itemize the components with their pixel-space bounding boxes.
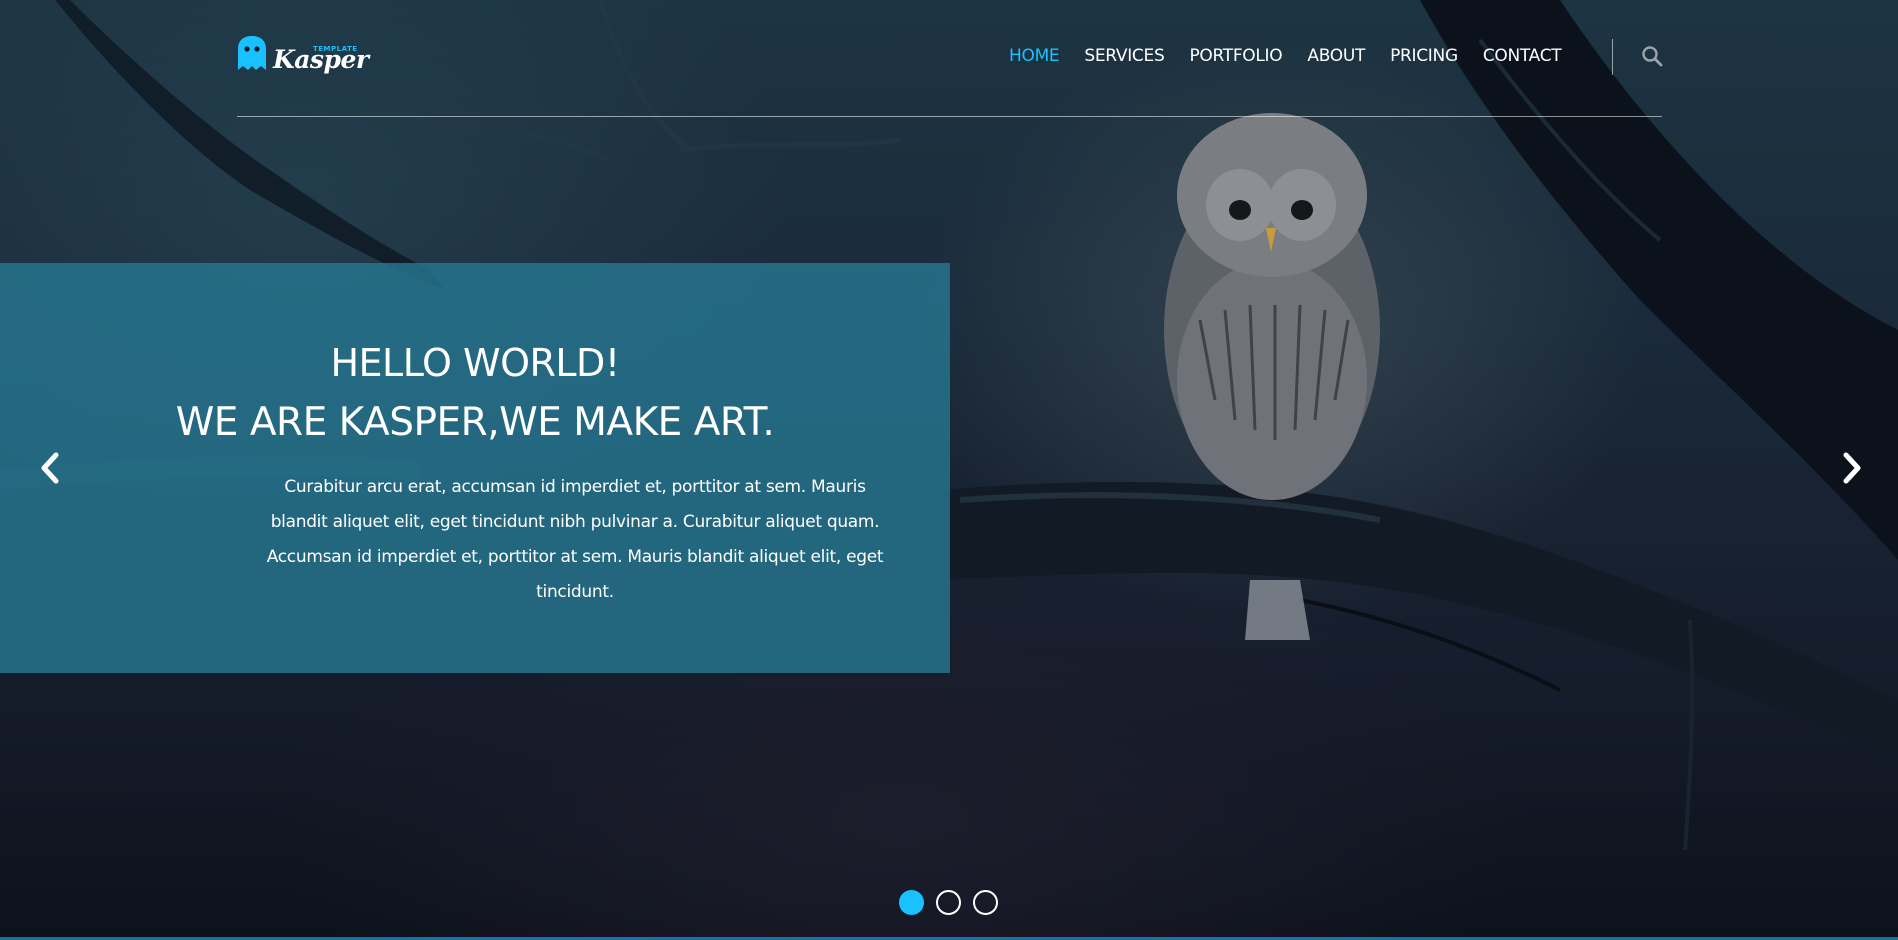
slide-title: HELLO WORLD! WE ARE KASPER,WE MAKE ART. (0, 333, 950, 453)
slide-description: Curabitur arcu erat, accumsan id imperdi… (266, 477, 884, 602)
nav-item-about[interactable]: ABOUT (1307, 46, 1365, 66)
nav-item-services[interactable]: SERVICES (1084, 46, 1164, 66)
search-button[interactable] (1641, 45, 1663, 67)
chevron-left-icon (41, 452, 59, 484)
hero-section: Kasper TEMPLATE HOME SERVICES PORTFOLIO … (0, 0, 1898, 940)
slider-next-button[interactable] (1836, 450, 1866, 486)
slide-title-line-1: HELLO WORLD! (330, 341, 620, 385)
brand-logo[interactable]: Kasper TEMPLATE (237, 33, 369, 75)
slider-pagination (899, 890, 998, 915)
nav-item-pricing[interactable]: PRICING (1390, 46, 1458, 66)
slide-title-line-2: WE ARE KASPER,WE MAKE ART. (175, 400, 775, 445)
slider-prev-button[interactable] (36, 450, 66, 486)
main-nav: HOME SERVICES PORTFOLIO ABOUT PRICING CO… (1009, 46, 1586, 66)
nav-divider (1612, 39, 1613, 75)
nav-item-home[interactable]: HOME (1009, 46, 1060, 66)
nav-item-portfolio[interactable]: PORTFOLIO (1189, 46, 1282, 66)
site-header: Kasper TEMPLATE HOME SERVICES PORTFOLIO … (237, 0, 1663, 117)
chevron-right-icon (1843, 452, 1861, 484)
slider-bullet-1[interactable] (899, 890, 924, 915)
ghost-logo-icon (238, 36, 266, 70)
search-icon (1642, 46, 1663, 67)
slider-bullet-3[interactable] (973, 890, 998, 915)
brand-tagline: TEMPLATE (313, 45, 358, 53)
slide-caption-box: HELLO WORLD! WE ARE KASPER,WE MAKE ART. … (0, 263, 950, 673)
slider-bullet-2[interactable] (936, 890, 961, 915)
nav-item-contact[interactable]: CONTACT (1483, 46, 1562, 66)
